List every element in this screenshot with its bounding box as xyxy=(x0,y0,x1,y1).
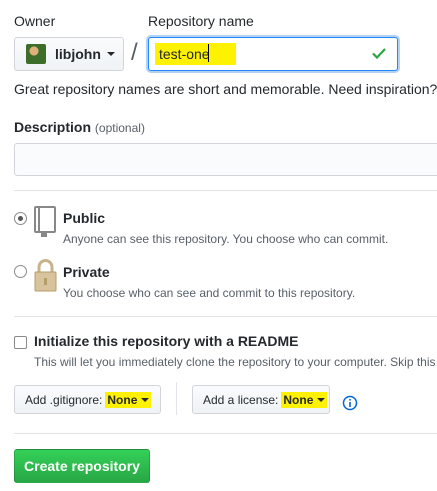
owner-select-button[interactable]: libjohn xyxy=(14,37,124,71)
readme-description: This will let you immediately clone the … xyxy=(34,355,436,369)
divider xyxy=(14,433,437,434)
gitignore-label: Add .gitignore: xyxy=(25,392,103,407)
chevron-down-icon xyxy=(141,397,150,402)
license-value-wrap: None xyxy=(281,391,328,408)
avatar xyxy=(26,44,46,64)
private-radio[interactable] xyxy=(14,265,27,278)
repo-icon xyxy=(34,206,56,237)
description-label: Description xyxy=(14,119,92,135)
repository-name-input[interactable]: test-one xyxy=(148,37,398,71)
lock-icon xyxy=(34,259,57,292)
public-title: Public xyxy=(63,210,106,226)
license-label: Add a license: xyxy=(203,392,279,407)
owner-repo-separator: / xyxy=(131,39,138,66)
info-icon[interactable] xyxy=(342,395,358,411)
gitignore-value-wrap: None xyxy=(105,391,152,408)
repository-name-value: test-one xyxy=(155,43,236,65)
private-description: You choose who can see and commit to thi… xyxy=(63,286,356,300)
readme-checkbox[interactable] xyxy=(14,336,27,349)
owner-name: libjohn xyxy=(55,46,101,62)
gitignore-select[interactable]: Add .gitignore: None xyxy=(14,385,161,414)
repo-name-hint: Great repository names are short and mem… xyxy=(14,81,437,97)
repo-name-label: Repository name xyxy=(148,13,254,29)
check-icon xyxy=(372,48,386,60)
description-optional: (optional) xyxy=(94,121,145,135)
public-radio[interactable] xyxy=(14,212,27,225)
description-input[interactable] xyxy=(14,143,437,176)
text-cursor xyxy=(208,44,209,62)
vertical-divider xyxy=(176,382,177,415)
chevron-down-icon xyxy=(106,52,115,56)
divider xyxy=(14,316,437,317)
owner-label: Owner xyxy=(14,13,56,29)
public-description: Anyone can see this repository. You choo… xyxy=(63,232,389,246)
license-select[interactable]: Add a license: None xyxy=(192,385,330,414)
chevron-down-icon xyxy=(317,397,326,402)
gitignore-value: None xyxy=(107,392,138,407)
divider xyxy=(14,190,437,191)
readme-title: Initialize this repository with a README xyxy=(34,333,299,349)
readme-description-wrap: This will let you immediately clone the … xyxy=(34,355,437,369)
license-value: None xyxy=(283,392,314,407)
private-title: Private xyxy=(63,264,110,280)
description-label-group: Description (optional) xyxy=(14,119,145,135)
create-repository-button[interactable]: Create repository xyxy=(14,449,150,483)
